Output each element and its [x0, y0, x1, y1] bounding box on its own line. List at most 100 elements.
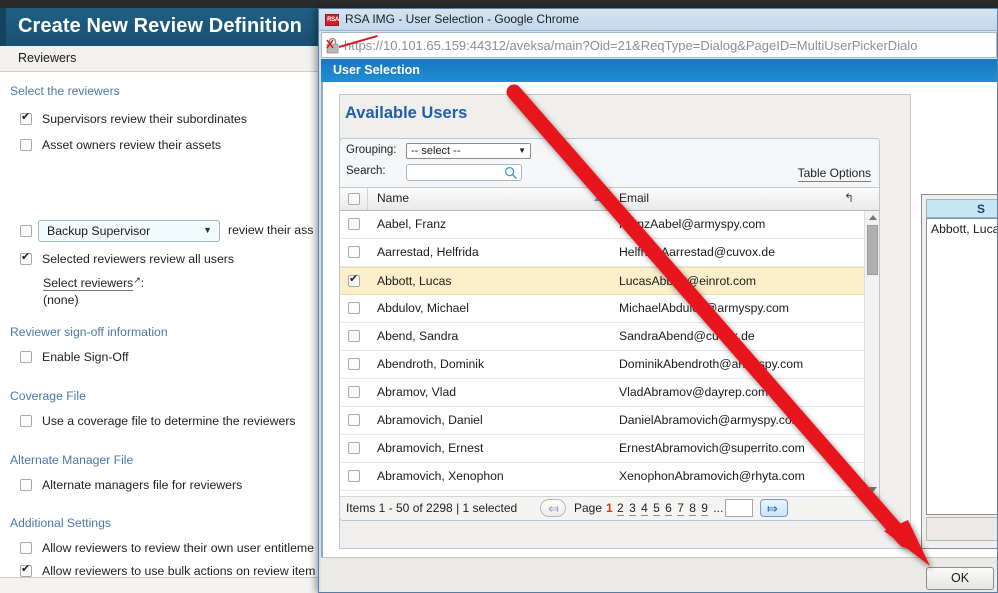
- table-row[interactable]: Abend, Sandra SandraAbend@cuvox.de: [340, 323, 879, 351]
- row-checkbox[interactable]: [348, 414, 360, 426]
- previous-page-button[interactable]: ⤆: [540, 499, 566, 517]
- table-row[interactable]: Abramov, Vlad VladAbramov@dayrep.com: [340, 379, 879, 407]
- row-checkbox[interactable]: [348, 386, 360, 398]
- column-header-name[interactable]: Name: [368, 188, 610, 210]
- sort-ascending-icon: [594, 195, 604, 201]
- checkbox-backup-supervisor[interactable]: [20, 225, 32, 237]
- label-enable-signoff: Enable Sign-Off: [42, 350, 129, 364]
- column-header-email[interactable]: Email ↰: [610, 188, 861, 210]
- table-row[interactable]: Abramovich, Ernest ErnestAbramovich@supe…: [340, 435, 879, 463]
- checkbox-supervisors-review-subordinates[interactable]: [20, 111, 32, 125]
- table-options-link[interactable]: Table Options: [797, 166, 871, 182]
- checkbox-bulk-actions[interactable]: [20, 563, 32, 577]
- search-icon[interactable]: [504, 166, 518, 180]
- search-label: Search:: [346, 165, 386, 177]
- chrome-window-title: RSA IMG - User Selection - Google Chrome: [345, 12, 580, 26]
- scroll-up-icon[interactable]: [869, 215, 877, 220]
- table-row-selected[interactable]: Abbott, Lucas LucasAbbott@einrot.com: [340, 267, 879, 295]
- select-reviewers-value: (none): [43, 293, 79, 307]
- pager-page-4[interactable]: 4: [641, 501, 648, 516]
- checkbox-row-asset-owners-review-assets[interactable]: Asset owners review their assets: [20, 138, 221, 152]
- label-supervisors-review-subordinates: Supervisors review their subordinates: [42, 112, 248, 126]
- next-page-button[interactable]: ⤇: [760, 499, 788, 517]
- checkbox-row-enable-signoff[interactable]: Enable Sign-Off: [20, 350, 129, 364]
- pager-page-2[interactable]: 2: [617, 501, 624, 516]
- pager-page-numbers[interactable]: 1 2 3 4 5 6 7 8 9 ... 46: [606, 501, 743, 516]
- checkbox-review-own-entitlements[interactable]: [20, 542, 32, 554]
- grid-vertical-scrollbar[interactable]: [864, 211, 879, 496]
- row-name: Abramov, Vlad: [377, 385, 457, 399]
- row-email: XenophonAbramovich@rhyta.com: [619, 469, 805, 483]
- row-checkbox[interactable]: [348, 273, 360, 287]
- pager-page-9[interactable]: 9: [701, 501, 708, 516]
- grid-header-row: Name Email ↰: [340, 187, 879, 211]
- app-bottom-bar: [0, 577, 329, 593]
- selected-panel-footer: [926, 517, 997, 541]
- scroll-down-icon[interactable]: [869, 487, 877, 492]
- address-bar[interactable]: https://10.101.65.159:44312/aveksa/main?…: [321, 32, 997, 58]
- chrome-browser-window: RSA RSA IMG - User Selection - Google Ch…: [318, 8, 998, 593]
- app-titlebar: Create New Review Definition: [0, 8, 329, 46]
- scrollbar-thumb[interactable]: [867, 225, 878, 275]
- table-row[interactable]: Abdulov, Michael MichaelAbdulov@armyspy.…: [340, 295, 879, 323]
- search-input[interactable]: [406, 164, 522, 181]
- backup-supervisor-dropdown[interactable]: Backup Supervisor ▼: [38, 220, 220, 242]
- grouping-select[interactable]: -- select -- ▼: [406, 143, 531, 159]
- row-checkbox[interactable]: [348, 330, 360, 342]
- available-users-title: Available Users: [345, 104, 468, 122]
- ok-button[interactable]: OK: [926, 567, 994, 590]
- row-checkbox[interactable]: [348, 470, 360, 482]
- column-menu-icon[interactable]: ↰: [844, 191, 854, 205]
- checkbox-use-coverage-file[interactable]: [20, 415, 32, 427]
- row-checkbox[interactable]: [348, 442, 360, 454]
- chrome-titlebar: RSA RSA IMG - User Selection - Google Ch…: [319, 9, 997, 31]
- row-email: VladAbramov@dayrep.com: [619, 385, 769, 399]
- checkbox-select-all[interactable]: [348, 193, 360, 205]
- checkbox-row-use-coverage-file[interactable]: Use a coverage file to determine the rev…: [20, 414, 296, 428]
- checkbox-selected-reviewers-review-all[interactable]: [20, 251, 32, 265]
- page-number-input[interactable]: [725, 499, 753, 517]
- row-checkbox[interactable]: [348, 246, 360, 258]
- checkbox-row-selected-reviewers-review-all[interactable]: Selected reviewers review all users: [20, 251, 234, 266]
- table-row[interactable]: Aabel, Franz FranzAabel@armyspy.com: [340, 211, 879, 239]
- tab-reviewers[interactable]: Reviewers: [18, 51, 76, 65]
- pager-page-6[interactable]: 6: [665, 501, 672, 516]
- table-row[interactable]: Abendroth, Dominik DominikAbendroth@army…: [340, 351, 879, 379]
- header-select-all-cell[interactable]: [340, 188, 368, 210]
- select-reviewers-label[interactable]: Select reviewers: [43, 276, 134, 291]
- table-row[interactable]: Aarrestad, Helfrida HelfridaAarrestad@cu…: [340, 239, 879, 267]
- checkbox-row-alternate-managers-file[interactable]: Alternate managers file for reviewers: [20, 478, 242, 492]
- pager-page-7[interactable]: 7: [677, 501, 684, 516]
- checkbox-row-review-own-entitlements[interactable]: Allow reviewers to review their own user…: [20, 541, 314, 555]
- row-name: Abramovich, Daniel: [377, 413, 483, 427]
- row-email: SandraAbend@cuvox.de: [619, 329, 755, 343]
- selected-users-panel: S Abbott, Luca: [921, 194, 997, 549]
- row-email: MichaelAbdulov@armyspy.com: [619, 301, 789, 315]
- chevron-down-icon: ▼: [518, 146, 526, 155]
- row-name: Abend, Sandra: [377, 329, 459, 343]
- arrow-left-icon: ⤆: [548, 501, 559, 516]
- checkbox-enable-signoff[interactable]: [20, 351, 32, 363]
- pager-page-8[interactable]: 8: [689, 501, 696, 516]
- label-bulk-actions: Allow reviewers to use bulk actions on r…: [42, 564, 316, 577]
- table-row[interactable]: Abramovich, Xenophon XenophonAbramovich@…: [340, 463, 879, 491]
- favicon-text: RSA: [327, 17, 339, 23]
- backup-supervisor-value: Backup Supervisor: [47, 224, 151, 238]
- pager-ellipsis: ...: [713, 501, 724, 515]
- selected-users-list[interactable]: Abbott, Luca: [926, 218, 997, 515]
- row-checkbox[interactable]: [348, 302, 360, 314]
- checkbox-row-supervisors-review-subordinates[interactable]: Supervisors review their subordinates: [20, 111, 248, 126]
- checkbox-row-backup-supervisor[interactable]: [20, 224, 32, 238]
- row-checkbox[interactable]: [348, 218, 360, 230]
- checkbox-row-bulk-actions[interactable]: Allow reviewers to use bulk actions on r…: [20, 563, 316, 577]
- list-item[interactable]: Abbott, Luca: [931, 222, 997, 236]
- row-checkbox[interactable]: [348, 358, 360, 370]
- checkbox-asset-owners-review-assets[interactable]: [20, 139, 32, 151]
- checkbox-alternate-managers-file[interactable]: [20, 479, 32, 491]
- select-reviewers-link-row[interactable]: Select reviewers↗:: [43, 275, 144, 291]
- dialog-header-title: User Selection: [333, 63, 420, 77]
- app-tabstrip: Reviewers: [0, 46, 329, 72]
- pager-page-3[interactable]: 3: [629, 501, 636, 516]
- pager-page-5[interactable]: 5: [653, 501, 660, 516]
- table-row[interactable]: Abramovich, Daniel DanielAbramovich@army…: [340, 407, 879, 435]
